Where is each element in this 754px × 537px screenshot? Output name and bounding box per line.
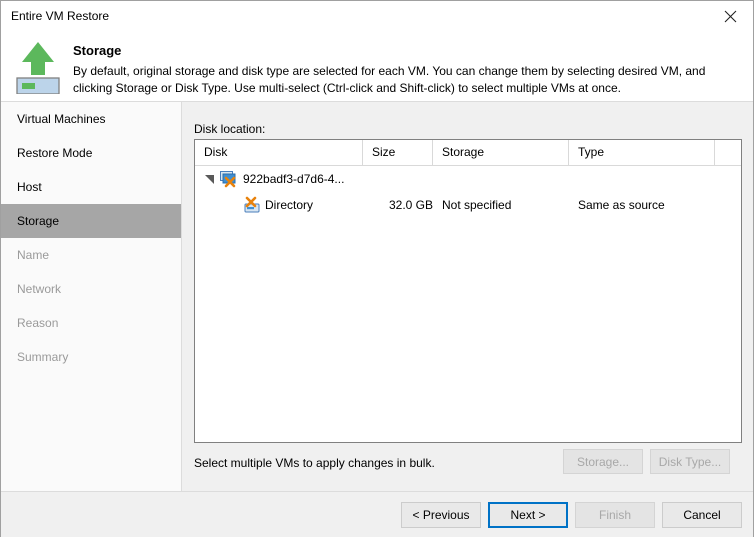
expander-collapse-icon[interactable] [205,175,214,184]
previous-button[interactable]: < Previous [401,502,481,528]
cell-storage [442,166,572,192]
vm-upload-arrow-icon [13,36,63,95]
page-description: By default, original storage and disk ty… [73,64,706,95]
next-button[interactable]: Next > [488,502,568,528]
cell-size: 32.0 GB [388,198,433,212]
sidebar-item-label: Name [17,248,50,262]
sidebar-item-label: Summary [17,350,69,364]
sidebar-item-label: Host [17,180,42,194]
sidebar-item-label: Network [17,282,62,296]
sidebar-item-label: Reason [17,316,59,330]
sidebar-item-restore-mode[interactable]: Restore Mode [1,136,181,170]
column-header-spacer [715,140,741,165]
sidebar-item-network[interactable]: Network [1,272,181,306]
sidebar-item-label: Virtual Machines [17,112,106,126]
wizard-footer: < Previous Next > Finish Cancel [1,491,753,537]
storage-button[interactable]: Storage... [563,449,643,474]
sidebar-item-name[interactable]: Name [1,238,181,272]
close-button[interactable] [708,1,753,31]
sidebar-item-label: Storage [17,214,60,228]
column-header-storage[interactable]: Storage [433,140,569,165]
sidebar-item-label: Restore Mode [17,146,93,160]
cell-type: Same as source [578,198,665,212]
table-row[interactable]: Directory 32.0 GB Not specified Same as … [195,192,741,218]
window-title: Entire VM Restore [11,9,110,23]
column-header-size[interactable]: Size [363,140,433,165]
restore-wizard-dialog: Entire VM Restore Storage By default, or… [0,0,754,537]
disk-disabled-icon [244,196,260,213]
disk-location-table[interactable]: Disk Size Storage Type 922badf3-d7d6-4..… [194,139,742,443]
sidebar-item-storage[interactable]: Storage [1,204,181,238]
close-icon [724,10,737,22]
title-bar: Entire VM Restore [1,1,753,31]
sidebar-item-reason[interactable]: Reason [1,306,181,340]
column-header-type[interactable]: Type [569,140,715,165]
cell-type [578,166,718,192]
cell-size [363,166,445,192]
sidebar-item-virtual-machines[interactable]: Virtual Machines [1,102,181,136]
vm-disabled-icon [220,171,236,188]
bulk-edit-hint: Select multiple VMs to apply changes in … [194,456,435,470]
table-row[interactable]: 922badf3-d7d6-4... [195,166,741,192]
finish-button[interactable]: Finish [575,502,655,528]
disk-location-label: Disk location: [194,122,266,136]
cell-disk: Directory [265,198,314,212]
cell-storage: Not specified [442,198,512,212]
wizard-header: Storage By default, original storage and… [1,31,753,102]
cell-disk: 922badf3-d7d6-4... [243,172,345,186]
wizard-steps-sidebar: Virtual Machines Restore Mode Host Stora… [1,102,182,491]
sidebar-item-host[interactable]: Host [1,170,181,204]
sidebar-item-summary[interactable]: Summary [1,340,181,374]
cancel-button[interactable]: Cancel [662,502,742,528]
table-header-row: Disk Size Storage Type [195,140,741,166]
column-header-disk[interactable]: Disk [195,140,363,165]
storage-pane: Disk location: Disk Size Storage Type 92… [183,102,753,491]
page-title: Storage [73,43,122,58]
disk-type-button[interactable]: Disk Type... [650,449,730,474]
